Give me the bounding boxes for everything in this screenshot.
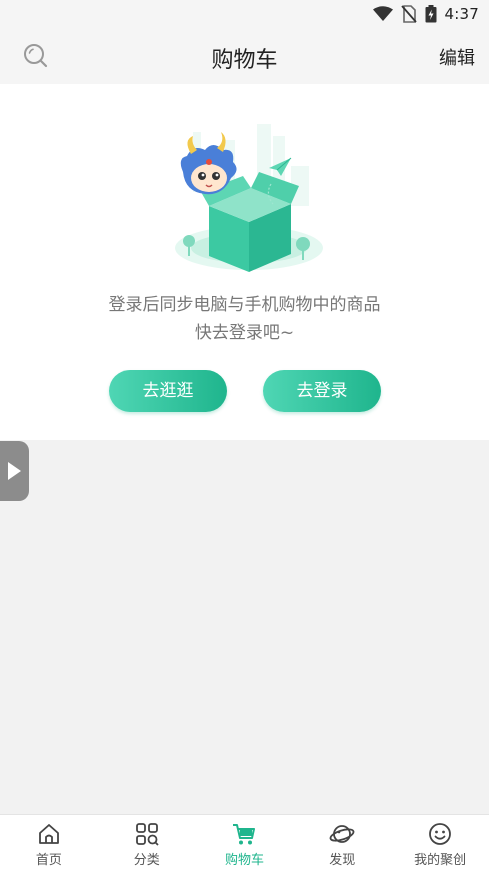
status-time: 4:37 — [444, 5, 479, 23]
page-title: 购物车 — [211, 48, 278, 73]
empty-cart-card: 登录后同步电脑与手机购物中的商品 快去登录吧~ 去逛逛 去登录 — [0, 84, 489, 440]
status-icons: 4:37 — [372, 4, 479, 24]
tab-mine[interactable]: 我的聚创 — [391, 815, 489, 870]
play-arrow-icon — [8, 462, 21, 480]
tab-category[interactable]: 分类 — [98, 815, 196, 870]
empty-message-sub: 快去登录吧~ — [194, 323, 295, 343]
tab-cart-label: 购物车 — [224, 853, 264, 868]
tab-home-label: 首页 — [35, 853, 62, 868]
wifi-icon — [372, 6, 393, 21]
tab-mine-label: 我的聚创 — [414, 853, 467, 868]
edit-button[interactable]: 编辑 — [439, 44, 475, 70]
nav-bar: 购物车 编辑 — [0, 28, 489, 84]
cart-icon — [233, 824, 256, 845]
category-icon — [135, 823, 159, 846]
tab-category-label: 分类 — [133, 853, 160, 868]
empty-cart-illustration — [175, 124, 323, 272]
planet-icon — [329, 825, 355, 843]
tab-cart[interactable]: 购物车 — [196, 815, 294, 870]
no-sim-icon — [400, 5, 417, 23]
smile-icon — [429, 823, 451, 845]
home-icon — [38, 824, 59, 844]
side-drawer-handle[interactable] — [0, 441, 29, 501]
browse-button[interactable]: 去逛逛 — [109, 370, 227, 412]
tab-discover[interactable]: 发现 — [293, 815, 391, 870]
status-bar: 4:37 — [0, 0, 489, 28]
tab-discover-label: 发现 — [329, 853, 356, 868]
bottom-tab-bar: 首页 分类 购物车 发现 我的聚创 — [0, 814, 489, 870]
tab-home[interactable]: 首页 — [0, 815, 98, 870]
login-button[interactable]: 去登录 — [263, 370, 381, 412]
battery-icon — [425, 5, 437, 23]
empty-message: 登录后同步电脑与手机购物中的商品 — [108, 295, 381, 315]
